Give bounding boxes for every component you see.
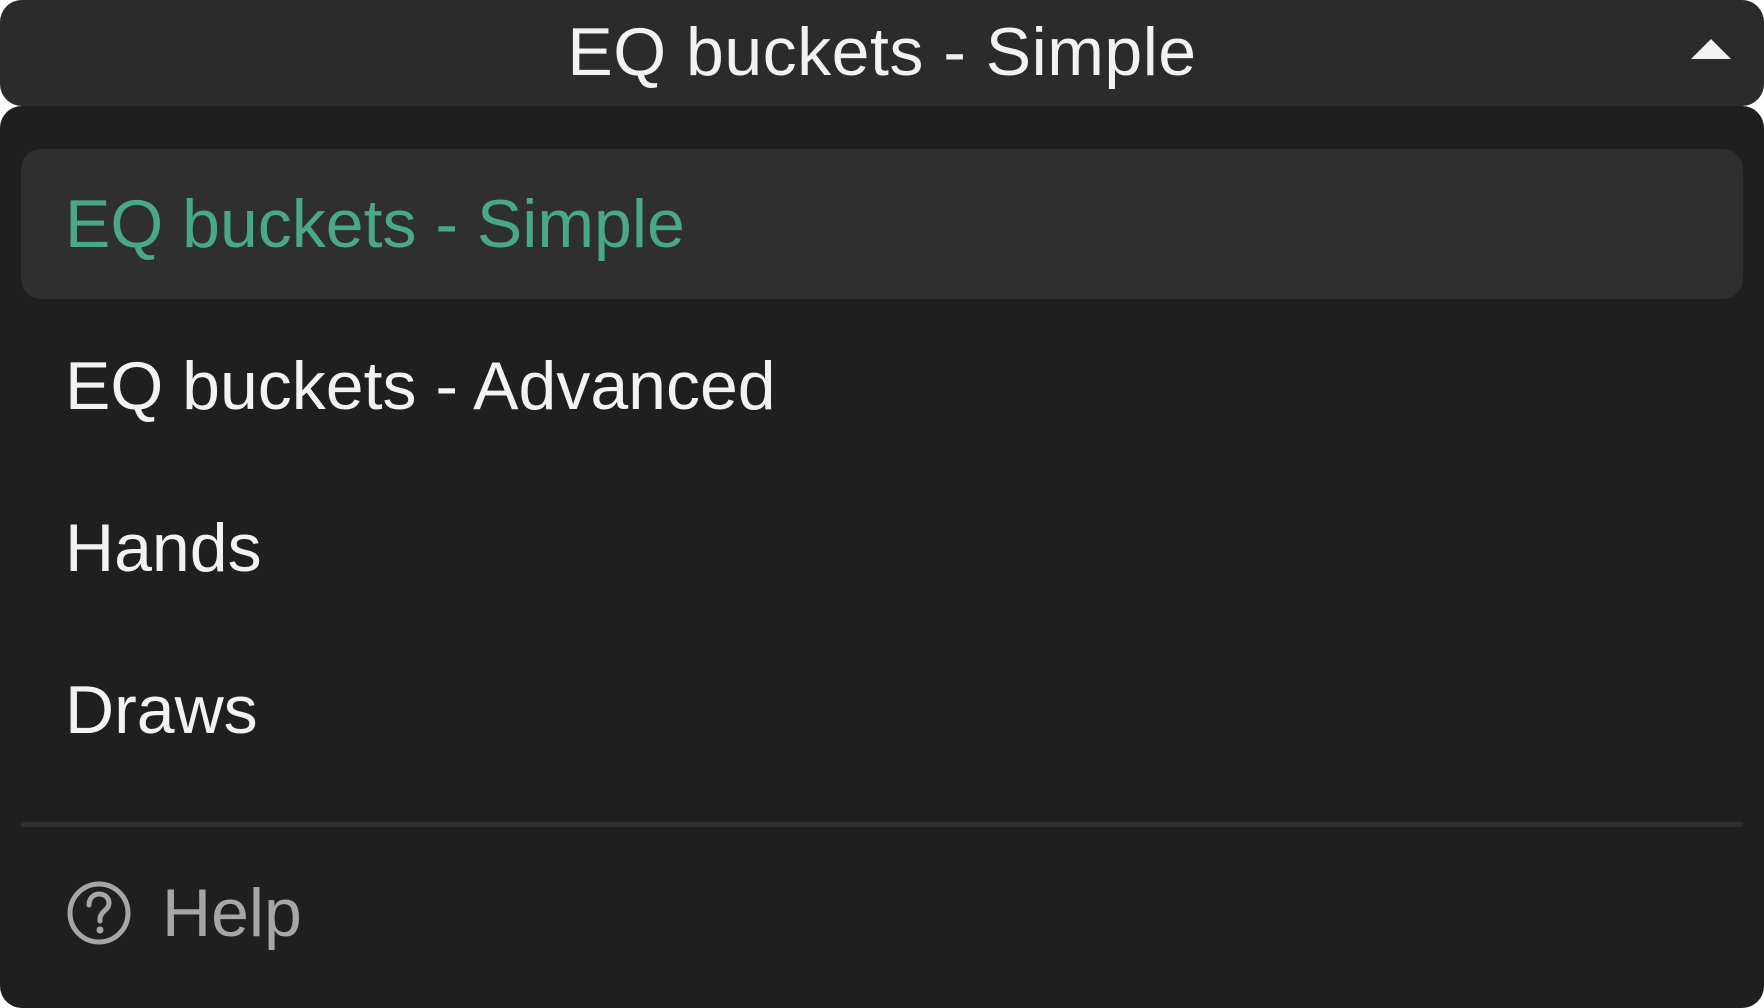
option-draws[interactable]: Draws bbox=[21, 635, 1743, 785]
dropdown-root: EQ buckets - Simple EQ buckets - Simple … bbox=[0, 0, 1764, 1008]
dropdown-menu: EQ buckets - Simple EQ buckets - Advance… bbox=[0, 106, 1764, 1008]
option-label: EQ buckets - Advanced bbox=[65, 348, 776, 424]
help-label: Help bbox=[162, 875, 302, 951]
option-hands[interactable]: Hands bbox=[21, 473, 1743, 623]
option-label: Hands bbox=[65, 510, 262, 586]
question-circle-icon bbox=[66, 880, 132, 946]
select-current-value: EQ buckets - Simple bbox=[567, 14, 1197, 90]
menu-divider bbox=[21, 822, 1743, 827]
option-label: EQ buckets - Simple bbox=[65, 186, 685, 262]
option-eq-buckets-advanced[interactable]: EQ buckets - Advanced bbox=[21, 311, 1743, 461]
help-link[interactable]: Help bbox=[66, 868, 302, 958]
option-label: Draws bbox=[65, 672, 258, 748]
select-trigger[interactable]: EQ buckets - Simple bbox=[0, 0, 1764, 106]
option-eq-buckets-simple[interactable]: EQ buckets - Simple bbox=[21, 149, 1743, 299]
chevron-up-icon bbox=[1689, 37, 1733, 63]
